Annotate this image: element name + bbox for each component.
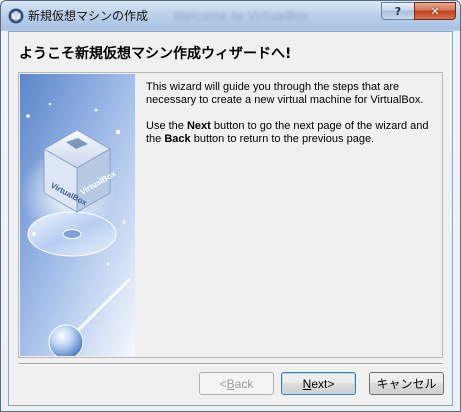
cancel-button[interactable]: キャンセル <box>369 372 444 395</box>
back-label: ack <box>234 376 254 391</box>
help-icon: ? <box>394 4 402 18</box>
hint-suffix: button to return to the previous page. <box>190 133 375 145</box>
button-separator <box>19 363 443 365</box>
back-button[interactable]: < Back <box>199 372 274 395</box>
cancel-label: キャンセル <box>376 377 437 391</box>
hint-prefix: Use the <box>146 120 187 132</box>
page-title: ようこそ新規仮想マシン作成ウィザードへ! <box>19 46 292 62</box>
virtualbox-wizard-illustration: VirtualBox VirtualBox <box>20 74 135 356</box>
background-window-title: Welcome to VirtualBox <box>173 9 310 23</box>
wizard-window: 新規仮想マシンの作成 Welcome to VirtualBox ? ✕ ようこ… <box>0 0 461 412</box>
next-mnemonic: N <box>302 376 312 391</box>
title-bar[interactable]: 新規仮想マシンの作成 Welcome to VirtualBox ? ✕ <box>1 1 460 31</box>
description-paragraph: This wizard will guide you through the s… <box>146 81 424 106</box>
next-button[interactable]: Next > <box>281 372 356 395</box>
hint-back-word: Back <box>164 133 191 145</box>
navigation-hint: Use the Next button to go the next page … <box>146 120 436 146</box>
next-arrow: > <box>327 376 335 391</box>
wizard-description: This wizard will guide you through the s… <box>146 81 436 159</box>
next-label: ext <box>311 376 328 391</box>
back-mnemonic: B <box>226 376 235 391</box>
close-icon: ✕ <box>430 4 440 18</box>
virtualbox-app-icon <box>8 8 24 24</box>
content-frame: VirtualBox VirtualBox This wizard will g… <box>18 72 443 358</box>
back-arrow: < <box>219 376 227 391</box>
wizard-page: ようこそ新規仮想マシン作成ウィザードへ! VirtualBox VirtualB… <box>8 31 453 406</box>
close-button[interactable]: ✕ <box>414 2 456 20</box>
window-title: 新規仮想マシンの作成 <box>28 9 149 23</box>
hint-next-word: Next <box>186 120 211 132</box>
help-button[interactable]: ? <box>381 2 415 20</box>
